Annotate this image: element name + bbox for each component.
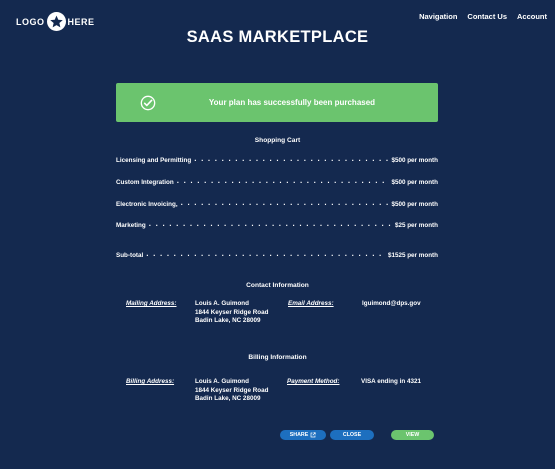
logo-text-left: LOGO xyxy=(16,16,45,27)
billing-address-label: Billing Address: xyxy=(126,378,175,385)
payment-method: VISA ending in 4321 xyxy=(361,378,421,385)
cart-item-price: $500 per month xyxy=(391,156,438,164)
billing-info-heading: Billing Information xyxy=(248,354,307,361)
view-button-label: VIEW xyxy=(405,432,420,438)
share-button-label: SHARE xyxy=(289,432,309,438)
page-title: SAAS MARKETPLACE xyxy=(186,28,369,46)
view-button[interactable]: VIEW xyxy=(391,430,434,440)
cart-item: Marketing . . . . . . . . . . . . . . . … xyxy=(116,220,438,230)
leader-dots: . . . . . . . . . . . . . . . . . . . . … xyxy=(176,177,389,185)
cart-item-price: $500 per month xyxy=(391,200,438,208)
top-navigation: Navigation Contact Us Account xyxy=(419,12,547,21)
success-message: Your plan has successfully been purchase… xyxy=(208,98,376,107)
share-button[interactable]: SHARE xyxy=(280,430,326,440)
close-button-label: CLOSE xyxy=(342,432,362,438)
billing-street: 1844 Keyser Ridge Road xyxy=(195,386,269,394)
email-address[interactable]: lguimond@dps.gov xyxy=(362,300,421,309)
leader-dots: . . . . . . . . . . . . . . . . . . . . … xyxy=(148,220,392,228)
billing-name: Louis A. Guimond xyxy=(195,378,249,385)
email-address-label: Email Address: xyxy=(288,300,334,307)
billing-city: Badin Lake, NC 28009 xyxy=(195,395,261,402)
success-banner: Your plan has successfully been purchase… xyxy=(116,83,438,122)
cart-subtotal: Sub-total . . . . . . . . . . . . . . . … xyxy=(116,250,438,260)
contact-info-heading: Contact Information xyxy=(246,282,309,289)
subtotal-price: $1525 per month xyxy=(387,251,438,259)
contact-name: Louis A. Guimond xyxy=(195,300,249,307)
share-icon xyxy=(310,432,316,438)
billing-address: Louis A. Guimond 1844 Keyser Ridge Road … xyxy=(195,378,269,404)
cart-item-name: Electronic Invoicing, xyxy=(116,200,178,208)
nav-contact-us[interactable]: Contact Us xyxy=(467,12,507,21)
cart-item-name: Licensing and Permitting xyxy=(116,156,192,164)
cart-item: Licensing and Permitting . . . . . . . .… xyxy=(116,155,438,165)
mailing-address: Louis A. Guimond 1844 Keyser Ridge Road … xyxy=(195,300,269,326)
contact-street: 1844 Keyser Ridge Road xyxy=(195,308,269,316)
close-button[interactable]: CLOSE xyxy=(330,430,374,440)
logo-text-right: HERE xyxy=(67,16,95,27)
subtotal-label: Sub-total xyxy=(116,251,144,259)
mailing-address-label: Mailing Address: xyxy=(126,300,177,307)
leader-dots: . . . . . . . . . . . . . . . . . . . . … xyxy=(194,155,388,163)
cart-item: Electronic Invoicing, . . . . . . . . . … xyxy=(116,199,438,209)
cart-item-name: Marketing xyxy=(116,221,146,229)
leader-dots: . . . . . . . . . . . . . . . . . . . . … xyxy=(180,199,389,207)
shopping-cart-heading: Shopping Cart xyxy=(254,137,301,144)
cart-item-name: Custom Integration xyxy=(116,178,174,186)
contact-city: Badin Lake, NC 28009 xyxy=(195,317,261,324)
cart-item: Custom Integration . . . . . . . . . . .… xyxy=(116,177,438,187)
nav-navigation[interactable]: Navigation xyxy=(419,12,457,21)
leader-dots: . . . . . . . . . . . . . . . . . . . . … xyxy=(146,250,385,258)
cart-item-price: $25 per month xyxy=(394,221,438,229)
cart-item-price: $500 per month xyxy=(391,178,438,186)
nav-account[interactable]: Account xyxy=(517,12,547,21)
payment-method-label: Payment Method: xyxy=(287,378,340,385)
